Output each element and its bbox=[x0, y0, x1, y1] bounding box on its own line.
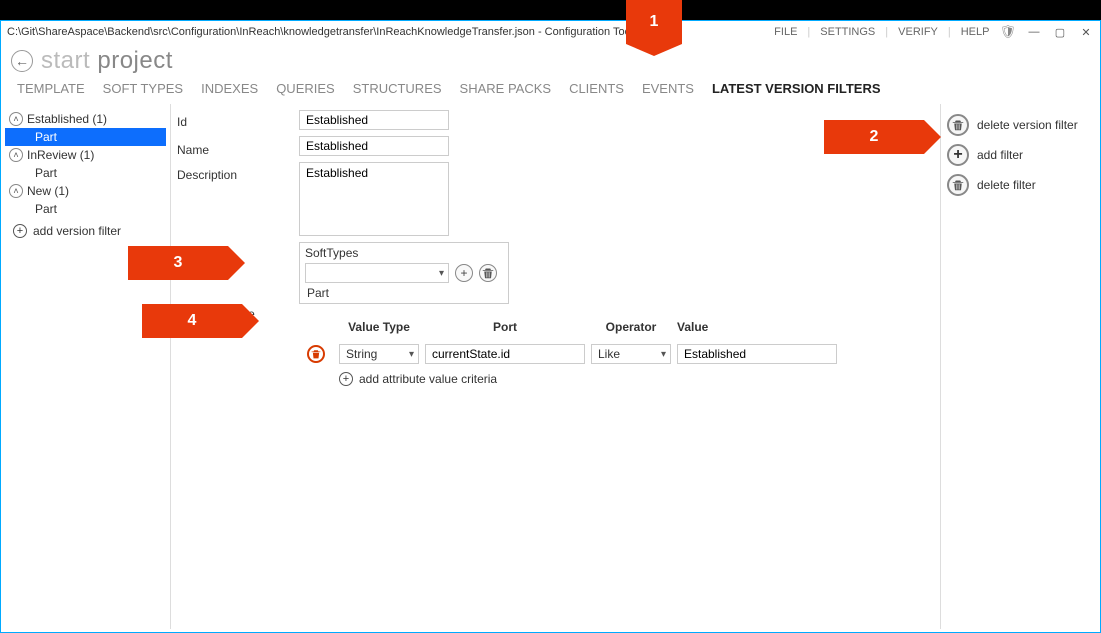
form-labels: Id Name Description Contract Attribute V… bbox=[177, 110, 291, 623]
operator-value: Like bbox=[598, 347, 620, 361]
trash-icon bbox=[482, 267, 494, 279]
tab-structures[interactable]: STRUCTURES bbox=[353, 81, 442, 96]
back-button[interactable]: ← bbox=[11, 50, 33, 72]
shield-icon: 🛡 bbox=[999, 24, 1016, 40]
delete-version-filter-button[interactable]: delete version filter bbox=[947, 110, 1094, 140]
trash-icon bbox=[947, 174, 969, 196]
trash-icon bbox=[947, 114, 969, 136]
minimize-button[interactable]: — bbox=[1026, 24, 1042, 40]
plus-icon: + bbox=[13, 224, 27, 238]
titlebar: C:\Git\ShareAspace\Backend\src\Configura… bbox=[1, 21, 1100, 43]
menu-sep: | bbox=[807, 26, 810, 38]
form-fields: Established SoftTypes ▾ + Part bbox=[299, 110, 837, 623]
tree-child-part[interactable]: Part bbox=[5, 164, 166, 182]
callout-2: 2 bbox=[824, 120, 924, 154]
add-softtype-button[interactable]: + bbox=[455, 264, 473, 282]
menu-sep: | bbox=[948, 26, 951, 38]
breadcrumb-start[interactable]: start bbox=[41, 47, 90, 74]
operator-select[interactable]: Like ▾ bbox=[591, 344, 671, 364]
chevron-down-icon: ▾ bbox=[439, 268, 444, 279]
tree-node-established[interactable]: ˄ Established (1) bbox=[5, 110, 166, 128]
plus-icon: + bbox=[947, 144, 969, 166]
sidebar-tree: ˄ Established (1) Part ˄ InReview (1) Pa… bbox=[1, 104, 171, 629]
contract-combo-row: ▾ + bbox=[305, 263, 503, 283]
label-id: Id bbox=[177, 112, 291, 132]
menu-settings[interactable]: SETTINGS bbox=[820, 26, 875, 38]
tab-indexes[interactable]: INDEXES bbox=[201, 81, 258, 96]
window-title: C:\Git\ShareAspace\Backend\src\Configura… bbox=[7, 26, 633, 38]
rb-label: delete filter bbox=[977, 178, 1036, 192]
avc-head-port: Port bbox=[425, 320, 585, 338]
breadcrumb-text: start project bbox=[41, 47, 173, 75]
tab-softtypes[interactable]: SOFT TYPES bbox=[103, 81, 183, 96]
delete-softtype-button[interactable] bbox=[479, 264, 497, 282]
rb-label: delete version filter bbox=[977, 118, 1078, 132]
tree-label: InReview (1) bbox=[27, 148, 94, 162]
close-button[interactable]: ✕ bbox=[1078, 24, 1094, 40]
titlebar-menu: FILE | SETTINGS | VERIFY | HELP 🛡 — ▢ ✕ bbox=[774, 24, 1094, 40]
caret-up-icon: ˄ bbox=[9, 184, 23, 198]
port-field[interactable] bbox=[425, 344, 585, 364]
caret-up-icon: ˄ bbox=[9, 112, 23, 126]
body: ˄ Established (1) Part ˄ InReview (1) Pa… bbox=[1, 104, 1100, 629]
maximize-button[interactable]: ▢ bbox=[1052, 24, 1068, 40]
menu-verify[interactable]: VERIFY bbox=[898, 26, 938, 38]
avc-section: Value Type Port Operator Value String bbox=[299, 320, 837, 386]
add-avc-label: add attribute value criteria bbox=[359, 372, 497, 386]
chevron-down-icon: ▾ bbox=[661, 349, 666, 360]
tree-node-new[interactable]: ˄ New (1) bbox=[5, 182, 166, 200]
tab-sharepacks[interactable]: SHARE PACKS bbox=[460, 81, 552, 96]
value-field[interactable] bbox=[677, 344, 837, 364]
tree-label: Established (1) bbox=[27, 112, 107, 126]
avc-grid: Value Type Port Operator Value String bbox=[299, 320, 837, 364]
trash-icon bbox=[311, 349, 321, 359]
tree-child-part-selected[interactable]: Part bbox=[5, 128, 166, 146]
add-vf-label: add version filter bbox=[33, 224, 121, 238]
tree-child-part[interactable]: Part bbox=[5, 200, 166, 218]
valuetype-value: String bbox=[346, 347, 377, 361]
callout-4: 4 bbox=[142, 304, 242, 338]
tab-queries[interactable]: QUERIES bbox=[276, 81, 335, 96]
label-description: Description bbox=[177, 168, 291, 242]
tree-node-inreview[interactable]: ˄ InReview (1) bbox=[5, 146, 166, 164]
id-field[interactable] bbox=[299, 110, 449, 130]
description-field[interactable]: Established bbox=[299, 162, 449, 236]
delete-criteria-button[interactable] bbox=[307, 345, 325, 363]
tab-bar: TEMPLATE SOFT TYPES INDEXES QUERIES STRU… bbox=[1, 75, 1100, 104]
tab-latest-version-filters[interactable]: LATEST VERSION FILTERS bbox=[712, 81, 881, 96]
right-action-bar: delete version filter + add filter delet… bbox=[940, 104, 1100, 629]
tab-events[interactable]: EVENTS bbox=[642, 81, 694, 96]
caret-up-icon: ˄ bbox=[9, 148, 23, 162]
contract-value: Part bbox=[305, 283, 503, 300]
label-name: Name bbox=[177, 140, 291, 160]
tab-clients[interactable]: CLIENTS bbox=[569, 81, 624, 96]
delete-filter-button[interactable]: delete filter bbox=[947, 170, 1094, 200]
chevron-down-icon: ▾ bbox=[409, 349, 414, 360]
menu-help[interactable]: HELP bbox=[961, 26, 990, 38]
callout-3: 3 bbox=[128, 246, 228, 280]
add-filter-button[interactable]: + add filter bbox=[947, 140, 1094, 170]
avc-head-valuetype: Value Type bbox=[339, 320, 419, 338]
tree-label: New (1) bbox=[27, 184, 69, 198]
form: Id Name Description Contract Attribute V… bbox=[171, 104, 847, 629]
breadcrumb: ← start project bbox=[1, 43, 1100, 75]
main-panel: Id Name Description Contract Attribute V… bbox=[171, 104, 940, 629]
menu-sep: | bbox=[885, 26, 888, 38]
avc-head-value: Value bbox=[677, 320, 837, 338]
menu-file[interactable]: FILE bbox=[774, 26, 797, 38]
callout-1: 1 bbox=[626, 0, 682, 44]
valuetype-select[interactable]: String ▾ bbox=[339, 344, 419, 364]
softtypes-combo[interactable]: ▾ bbox=[305, 263, 449, 283]
add-version-filter-button[interactable]: + add version filter bbox=[5, 218, 166, 240]
contract-softtypes-label: SoftTypes bbox=[305, 246, 503, 260]
plus-icon: + bbox=[339, 372, 353, 386]
breadcrumb-project[interactable]: project bbox=[97, 47, 173, 74]
avc-head-operator: Operator bbox=[591, 320, 671, 338]
tab-template[interactable]: TEMPLATE bbox=[17, 81, 85, 96]
name-field[interactable] bbox=[299, 136, 449, 156]
add-attribute-value-criteria-button[interactable]: + add attribute value criteria bbox=[299, 364, 837, 386]
rb-label: add filter bbox=[977, 148, 1023, 162]
contract-box: SoftTypes ▾ + Part bbox=[299, 242, 509, 304]
